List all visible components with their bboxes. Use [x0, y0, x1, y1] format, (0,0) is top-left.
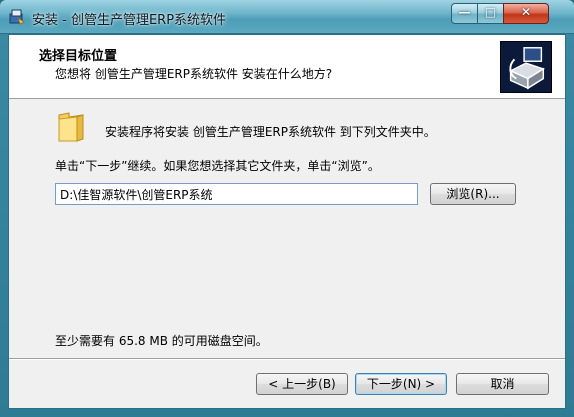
cancel-button[interactable]: 取消: [456, 373, 549, 395]
close-icon: ✕: [520, 5, 532, 19]
computer-box-logo-icon: [500, 41, 552, 93]
install-intro-text: 安装程序将安装 创管生产管理ERP系统软件 到下列文件夹中。: [105, 125, 436, 139]
wizard-client-area: 选择目标位置 您想将 创管生产管理ERP系统软件 安装在什么地方? 安装程序将安…: [8, 34, 566, 409]
minimize-icon: —: [458, 5, 471, 19]
maximize-button[interactable]: □: [477, 3, 504, 24]
destination-path-input[interactable]: [55, 183, 418, 205]
folder-icon: [58, 112, 84, 142]
title-bar[interactable]: 安装 - 创管生产管理ERP系统软件 — □ ✕: [0, 0, 574, 34]
page-subtitle: 您想将 创管生产管理ERP系统软件 安装在什么地方?: [55, 67, 333, 81]
installer-icon: [9, 9, 25, 25]
close-button[interactable]: ✕: [503, 3, 549, 24]
footer-divider: [9, 358, 565, 360]
window-title: 安装 - 创管生产管理ERP系统软件: [32, 13, 227, 28]
minimize-button[interactable]: —: [451, 3, 478, 24]
page-title: 选择目标位置: [39, 49, 118, 64]
browse-button[interactable]: 浏览(R)...: [430, 183, 516, 205]
wizard-header: 选择目标位置 您想将 创管生产管理ERP系统软件 安装在什么地方?: [9, 35, 565, 99]
maximize-icon: □: [484, 5, 497, 19]
continue-hint-text: 单击“下一步”继续。如果您想选择其它文件夹，单击“浏览”。: [55, 159, 380, 173]
next-button[interactable]: 下一步(N) >: [355, 373, 447, 395]
back-button[interactable]: < 上一步(B): [256, 373, 348, 395]
installer-window: 安装 - 创管生产管理ERP系统软件 — □ ✕ 选择目标位置 您想将 创管生产…: [0, 0, 574, 417]
disk-space-required-text: 至少需要有 65.8 MB 的可用磁盘空间。: [55, 334, 268, 348]
